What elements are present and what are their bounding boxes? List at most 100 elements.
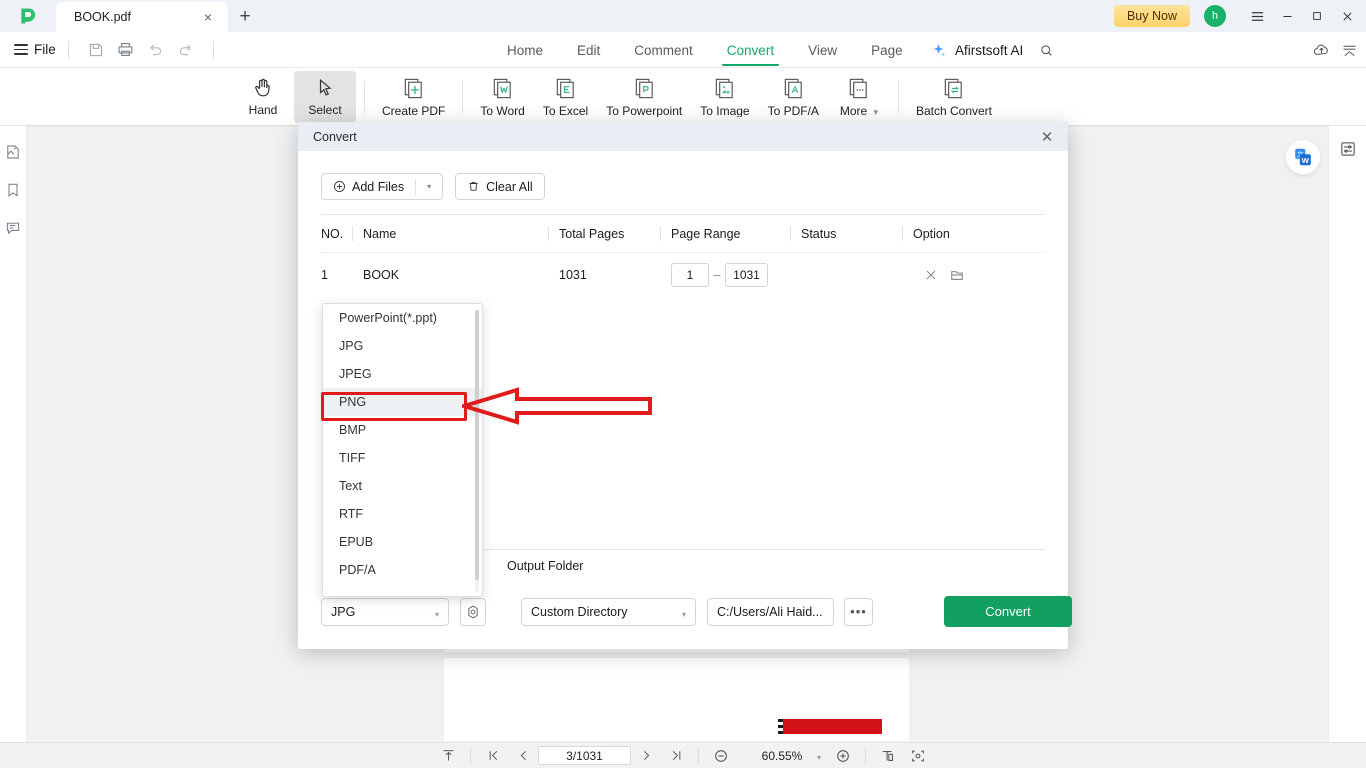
column-header-total-pages: Total Pages [548, 215, 671, 253]
ribbon-tabs: Home Edit Comment Convert View Page [505, 32, 905, 68]
plus-circle-icon [333, 180, 346, 193]
ribbon-more[interactable]: More ▾ [828, 71, 890, 123]
dialog-close-icon[interactable]: ✕ [1036, 126, 1058, 148]
add-files-button[interactable]: Add Files ▾ [321, 173, 444, 200]
ribbon-batch-convert[interactable]: Batch Convert [907, 71, 1001, 123]
file-menu-label: File [34, 42, 56, 57]
divider [865, 748, 866, 763]
save-icon[interactable] [81, 37, 111, 63]
dropdown-option-bmp[interactable]: BMP [323, 416, 482, 444]
dropdown-option-pdfa[interactable]: PDF/A [323, 556, 482, 584]
divider [364, 80, 365, 113]
dropdown-option-rtf[interactable]: RTF [323, 500, 482, 528]
output-directory-select[interactable]: Custom Directory ▾ [521, 597, 696, 626]
cell-page-range: 1 – 1031 [671, 263, 801, 287]
collapse-ribbon-icon[interactable] [1341, 42, 1358, 59]
page-range-from-input[interactable]: 1 [671, 263, 709, 287]
dropdown-option-epub[interactable]: EPUB [323, 528, 482, 556]
dropdown-option-jpg[interactable]: JPG [323, 332, 482, 360]
dropdown-option-tiff[interactable]: TIFF [323, 444, 482, 472]
redaction-bar [783, 719, 882, 734]
ribbon-hand-tool[interactable]: Hand [232, 71, 294, 123]
browse-folder-button[interactable]: ••• [844, 597, 873, 626]
undo-icon[interactable] [141, 37, 171, 63]
comments-icon[interactable] [5, 220, 21, 236]
search-icon[interactable] [1039, 43, 1054, 58]
tab-page[interactable]: Page [869, 35, 905, 66]
close-window-button[interactable] [1332, 0, 1362, 32]
ribbon-create-pdf-label: Create PDF [382, 103, 446, 118]
dropdown-option-text[interactable]: Text [323, 472, 482, 500]
add-files-label: Add Files [352, 179, 405, 194]
ribbon-to-image[interactable]: To Image [691, 71, 758, 123]
properties-icon[interactable] [1339, 140, 1357, 158]
output-path-field[interactable]: C:/Users/Ali Haid... [707, 597, 834, 626]
dropdown-option-jpeg[interactable]: JPEG [323, 360, 482, 388]
fit-width-icon[interactable] [903, 745, 933, 767]
divider [67, 40, 69, 59]
convert-button[interactable]: Convert [944, 596, 1072, 627]
ribbon-to-image-label: To Image [700, 103, 750, 118]
open-folder-icon[interactable] [950, 268, 964, 282]
print-icon[interactable] [111, 37, 141, 63]
tab-comment[interactable]: Comment [632, 35, 695, 66]
app-logo [0, 0, 56, 32]
close-tab-icon[interactable]: × [198, 7, 218, 27]
left-sidebar [0, 126, 27, 768]
tab-home[interactable]: Home [505, 35, 545, 66]
app-menu-icon[interactable] [1242, 0, 1272, 32]
buy-now-button[interactable]: Buy Now [1113, 5, 1190, 27]
cell-name: BOOK [363, 268, 400, 282]
new-tab-button[interactable]: + [228, 2, 262, 32]
annotation-arrow-icon [462, 387, 652, 425]
translate-to-word-icon[interactable]: 文 W [1286, 140, 1320, 174]
tab-convert[interactable]: Convert [721, 35, 780, 66]
column-header-page-range: Page Range [660, 215, 801, 253]
fit-page-icon[interactable] [873, 745, 903, 767]
ribbon-to-excel[interactable]: To Excel [534, 71, 597, 123]
ribbon-to-word[interactable]: To Word [471, 71, 533, 123]
next-page-icon[interactable] [631, 745, 661, 767]
ribbon-to-powerpoint[interactable]: To Powerpoint [597, 71, 691, 123]
format-dropdown-list[interactable]: PowerPoint(*.ppt) JPG JPEG PNG BMP TIFF … [322, 303, 483, 597]
file-menu-icon [14, 41, 28, 58]
thumbnails-icon[interactable] [5, 144, 21, 160]
last-page-icon[interactable] [661, 745, 691, 767]
ribbon-select-tool[interactable]: Select [294, 70, 356, 123]
tab-view[interactable]: View [806, 35, 839, 66]
prev-page-icon[interactable] [508, 745, 538, 767]
document-tab[interactable]: BOOK.pdf × [56, 2, 228, 32]
title-bar: BOOK.pdf × + Buy Now h [0, 0, 1366, 32]
ai-assistant-button[interactable]: Afirstsoft AI [930, 32, 1054, 68]
table-row[interactable]: 1 BOOK 1031 1 – 1031 [321, 253, 1045, 297]
remove-file-icon[interactable] [924, 268, 938, 282]
bookmarks-icon[interactable] [5, 182, 21, 198]
clear-all-label: Clear All [486, 179, 533, 194]
first-page-icon[interactable] [478, 745, 508, 767]
chevron-down-icon: ▾ [816, 753, 821, 762]
file-menu-button[interactable]: File [14, 41, 56, 58]
scroll-top-icon[interactable] [433, 745, 463, 767]
maximize-button[interactable] [1302, 0, 1332, 32]
dropdown-option-powerpoint[interactable]: PowerPoint(*.ppt) [323, 304, 482, 332]
dropdown-scrollbar-thumb[interactable] [475, 310, 479, 580]
ribbon-create-pdf[interactable]: Create PDF [373, 71, 454, 123]
redo-icon[interactable] [171, 37, 201, 63]
format-settings-icon[interactable] [460, 597, 486, 626]
zoom-out-icon[interactable] [706, 745, 736, 767]
output-format-select[interactable]: JPG ▾ [321, 597, 449, 626]
dropdown-option-png[interactable]: PNG [323, 388, 482, 416]
page-range-to-input[interactable]: 1031 [725, 263, 768, 287]
ribbon-to-pdfa[interactable]: To PDF/A [759, 71, 828, 123]
avatar[interactable]: h [1204, 5, 1226, 27]
zoom-in-icon[interactable] [828, 745, 858, 767]
clear-all-button[interactable]: Clear All [455, 173, 545, 200]
cloud-upload-icon[interactable] [1312, 41, 1331, 60]
zoom-level-select[interactable]: 60.55% ▾ [736, 746, 828, 765]
chevron-down-icon[interactable]: ▾ [427, 182, 431, 191]
page-number-input[interactable]: 3/1031 [538, 746, 631, 765]
create-pdf-icon [404, 78, 422, 98]
minimize-button[interactable] [1272, 0, 1302, 32]
tab-edit[interactable]: Edit [575, 35, 602, 66]
batch-convert-icon [945, 78, 963, 98]
